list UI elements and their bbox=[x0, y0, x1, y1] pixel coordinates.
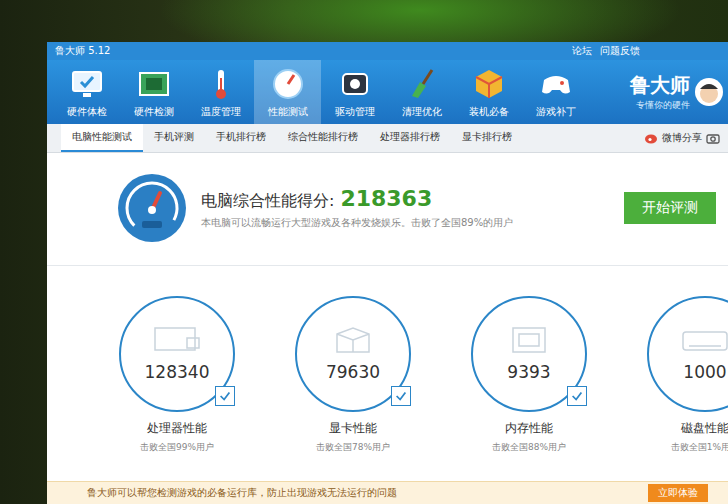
score-value: 218363 bbox=[340, 186, 432, 211]
toolbar: 硬件体检 硬件检测 温度管理 性能测试 驱动管理 清理优化 装机必备 游戏补丁 … bbox=[47, 60, 728, 124]
banner-button[interactable]: 立即体验 bbox=[648, 484, 708, 502]
card-rank: 击败全国88%用户 bbox=[492, 441, 566, 454]
score-summary: 本电脑可以流畅运行大型游戏及各种发烧娱乐。击败了全国89%的用户 bbox=[201, 216, 610, 230]
card-value: 1000 bbox=[683, 362, 726, 382]
toolbar-label: 温度管理 bbox=[201, 105, 241, 119]
toolbar-label: 游戏补丁 bbox=[536, 105, 576, 119]
check-icon bbox=[570, 389, 584, 403]
card-label: 处理器性能 bbox=[147, 420, 207, 437]
tool-icon bbox=[203, 66, 239, 102]
mascot-icon bbox=[694, 77, 724, 107]
sub-tab[interactable]: 综合性能排行榜 bbox=[277, 124, 369, 152]
card-rank: 击败全国99%用户 bbox=[140, 441, 214, 454]
banner-text: 鲁大师可以帮您检测游戏的必备运行库，防止出现游戏无法运行的问题 bbox=[87, 486, 397, 500]
card-rank: 击败全国1%用户 bbox=[671, 441, 728, 454]
weibo-share[interactable]: 微博分享 bbox=[644, 124, 728, 152]
card-value: 128340 bbox=[145, 362, 210, 382]
tip-banner: 鲁大师可以帮您检测游戏的必备运行库，防止出现游戏无法运行的问题 立即体验 bbox=[47, 481, 728, 504]
brand-name: 鲁大师 bbox=[630, 72, 690, 99]
toolbar-label: 驱动管理 bbox=[335, 105, 375, 119]
card-label: 显卡性能 bbox=[329, 420, 377, 437]
card-label: 内存性能 bbox=[505, 420, 553, 437]
brand-slogan: 专懂你的硬件 bbox=[636, 99, 690, 112]
photo-frame: 鲁大师 5.12 论坛问题反馈 硬件体检 硬件检测 温度管理 性能测试 驱动管理… bbox=[0, 0, 728, 504]
score-ring: 79630 bbox=[295, 296, 411, 412]
sub-tab-bar: 电脑性能测试手机评测手机排行榜综合性能排行榜处理器排行榜显卡排行榜 微博分享 bbox=[47, 124, 728, 153]
tool-icon bbox=[69, 66, 105, 102]
brand: 鲁大师 专懂你的硬件 bbox=[630, 60, 728, 124]
card-rank: 击败全国78%用户 bbox=[316, 441, 390, 454]
toolbar-item[interactable]: 性能测试 bbox=[254, 60, 321, 124]
title-bar: 鲁大师 5.12 论坛问题反馈 bbox=[47, 42, 728, 60]
score-title: 电脑综合性能得分: bbox=[201, 191, 334, 212]
tool-icon bbox=[337, 66, 373, 102]
toolbar-label: 性能测试 bbox=[268, 105, 308, 119]
score-card: 128340 处理器性能 击败全国99%用户 bbox=[89, 296, 265, 454]
tool-icon bbox=[538, 66, 574, 102]
sub-tab[interactable]: 手机排行榜 bbox=[205, 124, 277, 152]
toolbar-label: 清理优化 bbox=[402, 105, 442, 119]
score-card: 1000 磁盘性能 击败全国1%用户 bbox=[617, 296, 728, 454]
start-test-button[interactable]: 开始评测 bbox=[624, 192, 716, 224]
toolbar-label: 硬件体检 bbox=[67, 105, 107, 119]
sub-tab[interactable]: 显卡排行榜 bbox=[451, 124, 523, 152]
card-checkbox[interactable] bbox=[215, 386, 235, 406]
camera-icon[interactable] bbox=[706, 131, 720, 145]
card-value: 79630 bbox=[326, 362, 380, 382]
score-ring: 1000 bbox=[647, 296, 728, 412]
component-icon bbox=[323, 326, 383, 356]
tool-icon bbox=[270, 66, 306, 102]
score-card: 9393 内存性能 击败全国88%用户 bbox=[441, 296, 617, 454]
sub-tab[interactable]: 电脑性能测试 bbox=[61, 124, 143, 152]
card-checkbox[interactable] bbox=[391, 386, 411, 406]
component-icon bbox=[675, 326, 728, 356]
toolbar-item[interactable]: 游戏补丁 bbox=[522, 60, 589, 124]
tool-icon bbox=[404, 66, 440, 102]
check-icon bbox=[218, 389, 232, 403]
toolbar-item[interactable]: 驱动管理 bbox=[321, 60, 388, 124]
toolbar-label: 装机必备 bbox=[469, 105, 509, 119]
card-checkbox[interactable] bbox=[567, 386, 587, 406]
tool-icon bbox=[471, 66, 507, 102]
toolbar-item[interactable]: 硬件体检 bbox=[53, 60, 120, 124]
toolbar-item[interactable]: 清理优化 bbox=[388, 60, 455, 124]
tool-icon bbox=[136, 66, 172, 102]
score-ring: 128340 bbox=[119, 296, 235, 412]
toolbar-item[interactable]: 温度管理 bbox=[187, 60, 254, 124]
gauge-icon bbox=[117, 173, 187, 243]
toolbar-item[interactable]: 硬件检测 bbox=[120, 60, 187, 124]
toolbar-item[interactable]: 装机必备 bbox=[455, 60, 522, 124]
check-icon bbox=[394, 389, 408, 403]
title-link[interactable]: 问题反馈 bbox=[600, 44, 640, 58]
weibo-icon bbox=[644, 131, 658, 145]
app-window: 鲁大师 5.12 论坛问题反馈 硬件体检 硬件检测 温度管理 性能测试 驱动管理… bbox=[47, 42, 728, 504]
score-card: 79630 显卡性能 击败全国78%用户 bbox=[265, 296, 441, 454]
title-link[interactable]: 论坛 bbox=[572, 44, 592, 58]
score-ring: 9393 bbox=[471, 296, 587, 412]
component-icon bbox=[499, 326, 559, 356]
card-value: 9393 bbox=[507, 362, 550, 382]
component-icon bbox=[147, 326, 207, 356]
card-label: 磁盘性能 bbox=[681, 420, 728, 437]
score-section: 电脑综合性能得分: 218363 本电脑可以流畅运行大型游戏及各种发烧娱乐。击败… bbox=[47, 153, 728, 266]
toolbar-label: 硬件检测 bbox=[134, 105, 174, 119]
window-title: 鲁大师 5.12 bbox=[55, 44, 110, 58]
sub-tab[interactable]: 处理器排行榜 bbox=[369, 124, 451, 152]
sub-tab[interactable]: 手机评测 bbox=[143, 124, 205, 152]
